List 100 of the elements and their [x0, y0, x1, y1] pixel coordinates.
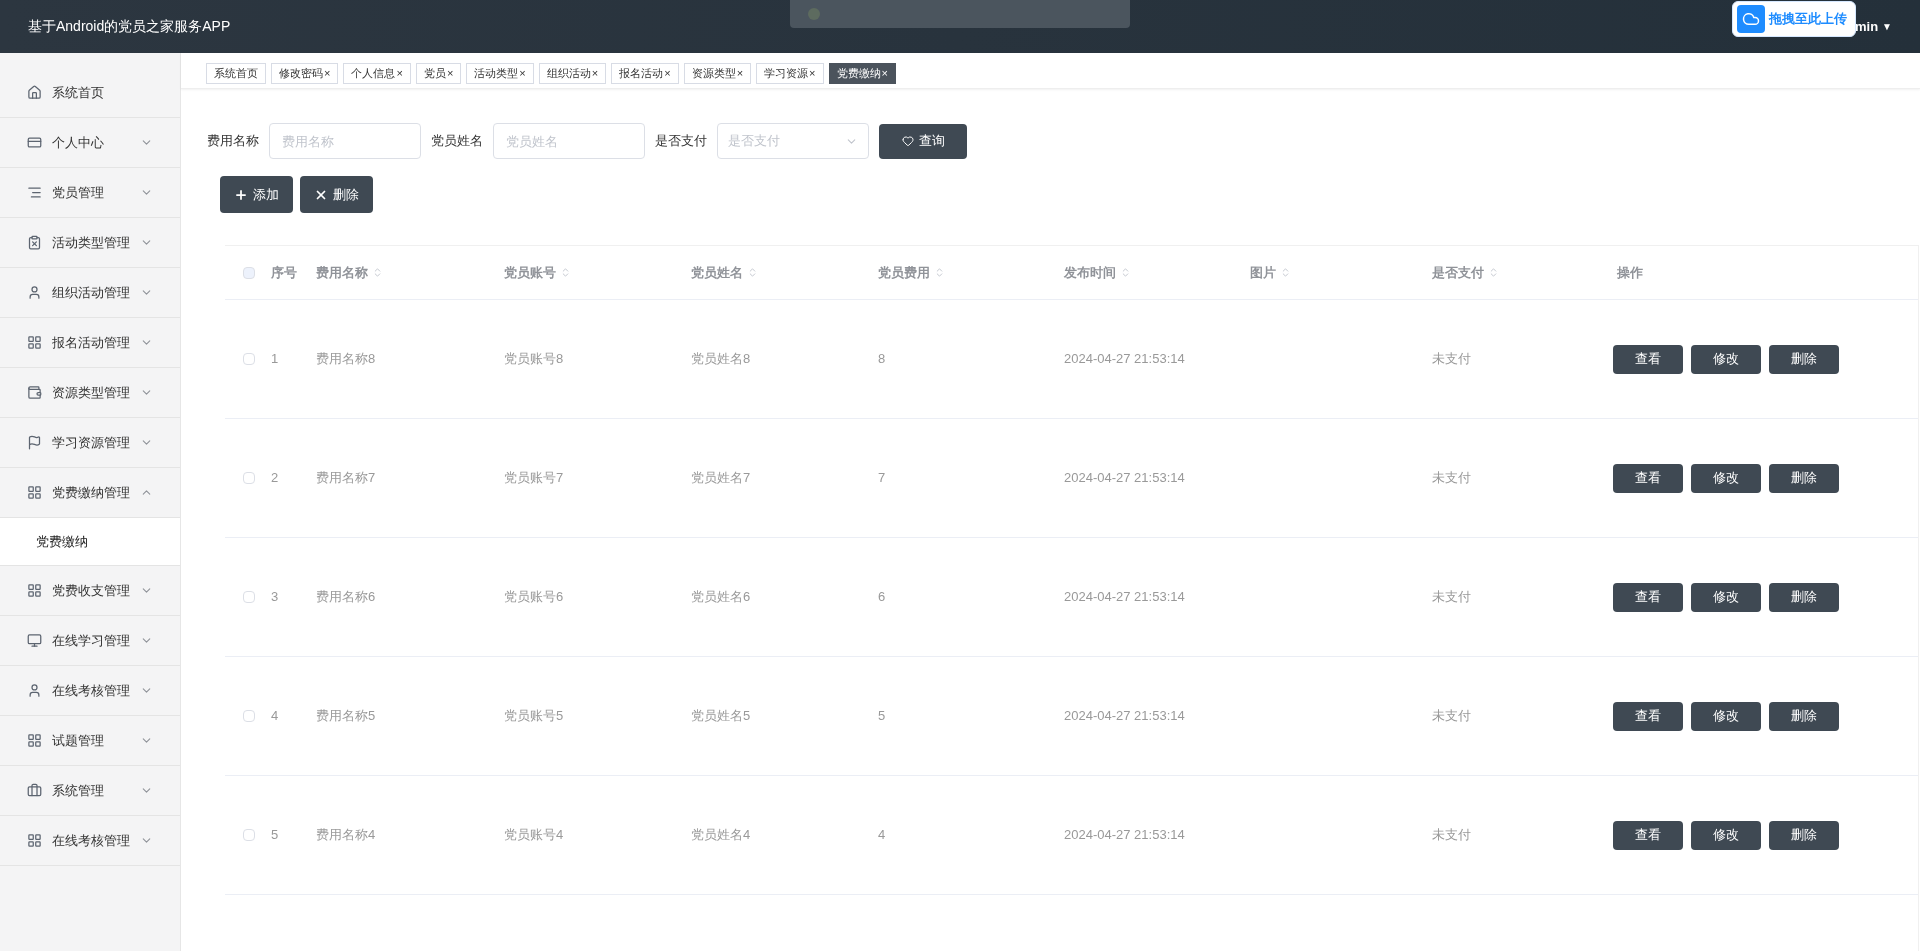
table-cell: 未支付 — [1432, 589, 1471, 605]
tab[interactable]: 活动类型× — [466, 63, 534, 84]
close-icon[interactable]: × — [736, 65, 744, 82]
table-cell: 费用名称6 — [316, 589, 376, 605]
search-button[interactable]: 查询 — [879, 123, 967, 159]
sidebar-item[interactable]: 系统管理 — [52, 780, 140, 801]
sidebar-item[interactable]: 资源类型管理 — [52, 382, 140, 403]
close-icon[interactable]: × — [446, 65, 454, 82]
tab[interactable]: 报名活动× — [611, 63, 679, 84]
tab[interactable]: 组织活动× — [538, 63, 607, 84]
table-cell: 2024-04-27 21:53:14 — [1064, 589, 1185, 605]
sidebar-item[interactable]: 试题管理 — [52, 730, 140, 751]
delete-button[interactable]: 删除 — [1769, 582, 1839, 612]
sort-icon[interactable] — [1488, 267, 1499, 278]
sort-icon[interactable] — [747, 267, 758, 278]
submenu-item[interactable]: 党费缴纳 — [0, 518, 180, 566]
checkbox[interactable] — [243, 710, 255, 722]
sort-icon[interactable] — [1280, 267, 1291, 278]
sidebar-item[interactable]: 党员管理 — [52, 182, 140, 203]
table-cell: 党员姓名8 — [691, 351, 751, 367]
table-cell: 党员账号5 — [504, 708, 564, 724]
delete-button[interactable]: 删除 — [1769, 344, 1839, 374]
checkbox[interactable] — [243, 591, 255, 603]
table-cell: 6 — [878, 589, 886, 605]
table-cell: 党员账号6 — [504, 589, 564, 605]
tab[interactable]: 个人信息× — [343, 63, 411, 84]
close-icon[interactable]: × — [324, 65, 331, 82]
table-cell: 党员账号4 — [504, 827, 564, 843]
view-button[interactable]: 查看 — [1613, 820, 1683, 850]
delete-button[interactable]: 删除 — [1769, 463, 1839, 493]
table-cell: 党员账号8 — [504, 351, 564, 367]
person-icon — [27, 285, 42, 300]
grid-icon — [27, 485, 42, 500]
tab[interactable]: 党员× — [415, 63, 462, 84]
delete-button[interactable]: 删除 — [300, 176, 373, 213]
checkbox[interactable] — [243, 266, 255, 279]
sidebar-item[interactable]: 系统首页 — [52, 82, 153, 103]
sort-icon[interactable] — [560, 267, 571, 278]
table-cell: 未支付 — [1432, 827, 1471, 843]
sidebar-item[interactable]: 党费收支管理 — [52, 580, 140, 601]
sidebar-item[interactable]: 个人中心 — [52, 132, 140, 153]
table-cell: 1 — [271, 351, 279, 367]
delete-button[interactable]: 删除 — [1769, 701, 1839, 731]
table-cell: 党员账号7 — [504, 470, 564, 486]
tab[interactable]: 学习资源× — [756, 63, 824, 84]
checkbox[interactable] — [243, 353, 255, 365]
close-icon[interactable]: × — [809, 65, 816, 82]
input-field[interactable]: 费用名称 — [269, 123, 421, 159]
sort-icon[interactable] — [1120, 267, 1131, 278]
close-icon[interactable]: × — [519, 65, 526, 82]
view-button[interactable]: 查看 — [1613, 344, 1683, 374]
sidebar-item[interactable]: 在线考核管理 — [52, 680, 140, 701]
tab[interactable]: 系统首页 — [206, 63, 266, 84]
delete-button[interactable]: 删除 — [1769, 820, 1839, 850]
wallet-icon — [27, 385, 42, 400]
edit-button[interactable]: 修改 — [1691, 463, 1761, 493]
view-button[interactable]: 查看 — [1613, 582, 1683, 612]
view-button[interactable]: 查看 — [1613, 463, 1683, 493]
user-name[interactable]: min — [1854, 16, 1879, 37]
plus-icon — [234, 187, 248, 202]
tab[interactable]: 党费缴纳× — [828, 63, 896, 84]
close-icon[interactable]: × — [664, 65, 671, 82]
sort-icon[interactable] — [934, 267, 945, 278]
checkbox[interactable] — [243, 472, 255, 484]
sidebar-item[interactable]: 组织活动管理 — [52, 282, 140, 303]
caret-icon[interactable]: ▼ — [1882, 19, 1892, 34]
edit-button[interactable]: 修改 — [1691, 820, 1761, 850]
list-icon — [27, 185, 42, 200]
home-icon — [27, 85, 42, 100]
column-header: 序号 — [271, 263, 297, 282]
close-icon[interactable]: × — [396, 65, 403, 82]
add-button[interactable]: 添加 — [220, 176, 293, 213]
table-cell: 7 — [878, 470, 886, 486]
column-header: 操作 — [1617, 263, 1643, 282]
sidebar-item[interactable]: 在线考核管理 — [52, 830, 140, 851]
person-icon — [27, 683, 42, 698]
tab[interactable]: 修改密码× — [271, 63, 339, 84]
sidebar-item[interactable]: 活动类型管理 — [52, 232, 140, 253]
heart-icon — [901, 135, 914, 147]
input-field[interactable]: 党员姓名 — [493, 123, 645, 159]
view-button[interactable]: 查看 — [1613, 701, 1683, 731]
cloud-icon — [1737, 5, 1765, 33]
sort-icon[interactable] — [372, 267, 383, 278]
card-icon — [27, 135, 42, 150]
sidebar-item[interactable]: 在线学习管理 — [52, 630, 140, 651]
checkbox[interactable] — [243, 829, 255, 841]
edit-button[interactable]: 修改 — [1691, 582, 1761, 612]
edit-button[interactable]: 修改 — [1691, 701, 1761, 731]
sidebar-item[interactable]: 学习资源管理 — [52, 432, 140, 453]
close-icon[interactable]: × — [591, 65, 599, 82]
table-cell: 费用名称5 — [316, 708, 376, 724]
sidebar-item[interactable]: 党费缴纳管理 — [52, 482, 140, 503]
tab[interactable]: 资源类型× — [683, 63, 752, 84]
table-cell: 未支付 — [1432, 351, 1471, 367]
close-icon[interactable]: × — [881, 65, 888, 82]
table-cell: 2024-04-27 21:53:14 — [1064, 827, 1185, 843]
upload-label: 拖拽至此上传 — [1769, 10, 1848, 29]
table-cell: 2024-04-27 21:53:14 — [1064, 708, 1185, 724]
sidebar-item[interactable]: 报名活动管理 — [52, 332, 140, 353]
edit-button[interactable]: 修改 — [1691, 344, 1761, 374]
